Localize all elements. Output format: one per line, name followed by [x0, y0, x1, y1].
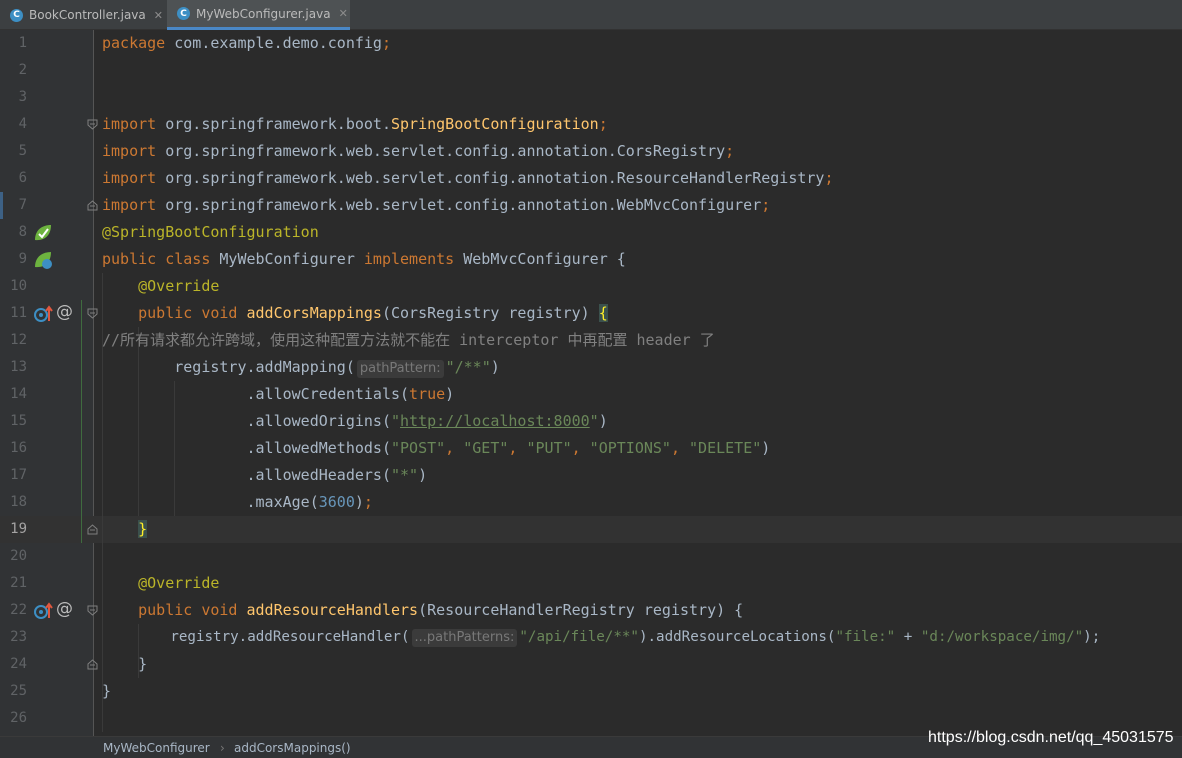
code-line-24: 24 } [0, 651, 1182, 678]
parameter-hint: pathPattern: [356, 360, 444, 378]
implements-method-icon[interactable] [32, 600, 54, 622]
fold-toggle-icon[interactable] [87, 605, 98, 616]
line-number: 24 [10, 656, 27, 672]
code-line-6: 6 import org.springframework.web.servlet… [0, 165, 1182, 192]
line-number: 19 [10, 521, 27, 537]
line-number: 5 [18, 143, 27, 159]
line-number: 3 [18, 89, 27, 105]
line-number: 18 [10, 494, 27, 510]
line-number: 13 [10, 359, 27, 375]
java-class-icon: C [10, 8, 23, 22]
code-line-2: 2 [0, 57, 1182, 84]
code-line-7: 7 import org.springframework.web.servlet… [0, 192, 1182, 219]
parameter-hint: ...pathPatterns: [411, 629, 518, 647]
tab-mywebconfigurer[interactable]: C MyWebConfigurer.java ✕ [167, 0, 350, 30]
line-number: 11 [10, 305, 27, 321]
fold-toggle-icon[interactable] [87, 659, 98, 670]
code-line-11: 11 @ public void addCorsMappings(CorsReg… [0, 300, 1182, 327]
close-icon[interactable]: ✕ [154, 9, 163, 22]
code-line-1: 1 package com.example.demo.config; [0, 30, 1182, 57]
line-number: 23 [10, 629, 27, 645]
line-number: 22 [10, 602, 27, 618]
tab-bookcontroller[interactable]: C BookController.java ✕ [0, 0, 165, 30]
close-icon[interactable]: ✕ [339, 7, 348, 20]
line-number: 4 [18, 116, 27, 132]
code-line-12: 12 //所有请求都允许跨域，使用这种配置方法就不能在 interceptor … [0, 327, 1182, 354]
code-line-4: 4 import org.springframework.boot.Spring… [0, 111, 1182, 138]
code-line-5: 5 import org.springframework.web.servlet… [0, 138, 1182, 165]
code-line-17: 17 .allowedHeaders("*") [0, 462, 1182, 489]
code-editor[interactable]: 1 package com.example.demo.config; 2 3 4… [0, 30, 1182, 736]
breadcrumb-class[interactable]: MyWebConfigurer [103, 741, 210, 755]
spring-bean-icon[interactable] [32, 222, 54, 244]
fold-toggle-icon[interactable] [87, 200, 98, 211]
spring-bean-icon[interactable] [32, 249, 54, 271]
fold-toggle-icon[interactable] [87, 524, 98, 535]
line-number: 25 [10, 683, 27, 699]
line-number: 10 [10, 278, 27, 294]
editor-tab-bar: C BookController.java ✕ C MyWebConfigure… [0, 0, 1182, 30]
code-line-25: 25 } [0, 678, 1182, 705]
code-line-14: 14 .allowCredentials(true) [0, 381, 1182, 408]
line-number: 26 [10, 710, 27, 726]
at-annotation-icon[interactable]: @ [56, 302, 73, 322]
line-number: 20 [10, 548, 27, 564]
line-number: 1 [18, 35, 27, 51]
java-class-icon: C [177, 7, 190, 20]
at-annotation-icon[interactable]: @ [56, 599, 73, 619]
line-number: 15 [10, 413, 27, 429]
watermark: https://blog.csdn.net/qq_45031575 [928, 729, 1174, 746]
line-number: 12 [10, 332, 27, 348]
code-line-8: 8 @SpringBootConfiguration [0, 219, 1182, 246]
code-line-19: 19 } [0, 516, 1182, 543]
url-link[interactable]: http://localhost:8000 [400, 412, 590, 430]
line-number: 8 [18, 224, 27, 240]
fold-toggle-icon[interactable] [87, 119, 98, 130]
line-number: 21 [10, 575, 27, 591]
line-number: 6 [18, 170, 27, 186]
implements-method-icon[interactable] [32, 303, 54, 325]
code-line-13: 13 registry.addMapping(pathPattern: "/**"… [0, 354, 1182, 381]
line-number: 17 [10, 467, 27, 483]
line-number: 14 [10, 386, 27, 402]
line-number: 2 [18, 62, 27, 78]
code-line-21: 21 @Override [0, 570, 1182, 597]
code-line-20: 20 [0, 543, 1182, 570]
code-line-26: 26 [0, 705, 1182, 732]
code-line-9: 9 public class MyWebConfigurer implement… [0, 246, 1182, 273]
line-number: 7 [18, 197, 27, 213]
code-line-15: 15 .allowedOrigins("http://localhost:800… [0, 408, 1182, 435]
tab-label: MyWebConfigurer.java [196, 6, 331, 21]
code-line-23: 23 registry.addResourceHandler(...pathPa… [0, 624, 1182, 651]
code-line-16: 16 .allowedMethods("POST", "GET", "PUT",… [0, 435, 1182, 462]
code-line-10: 10 @Override [0, 273, 1182, 300]
tab-label: BookController.java [29, 8, 146, 22]
breadcrumb-separator: › [220, 741, 225, 755]
breadcrumb-method[interactable]: addCorsMappings() [234, 741, 351, 755]
code-line-18: 18 .maxAge(3600); [0, 489, 1182, 516]
code-line-22: 22 @ public void addResourceHandlers(Res… [0, 597, 1182, 624]
code-line-3: 3 [0, 84, 1182, 111]
fold-toggle-icon[interactable] [87, 308, 98, 319]
line-number: 9 [18, 251, 27, 267]
line-number: 16 [10, 440, 27, 456]
